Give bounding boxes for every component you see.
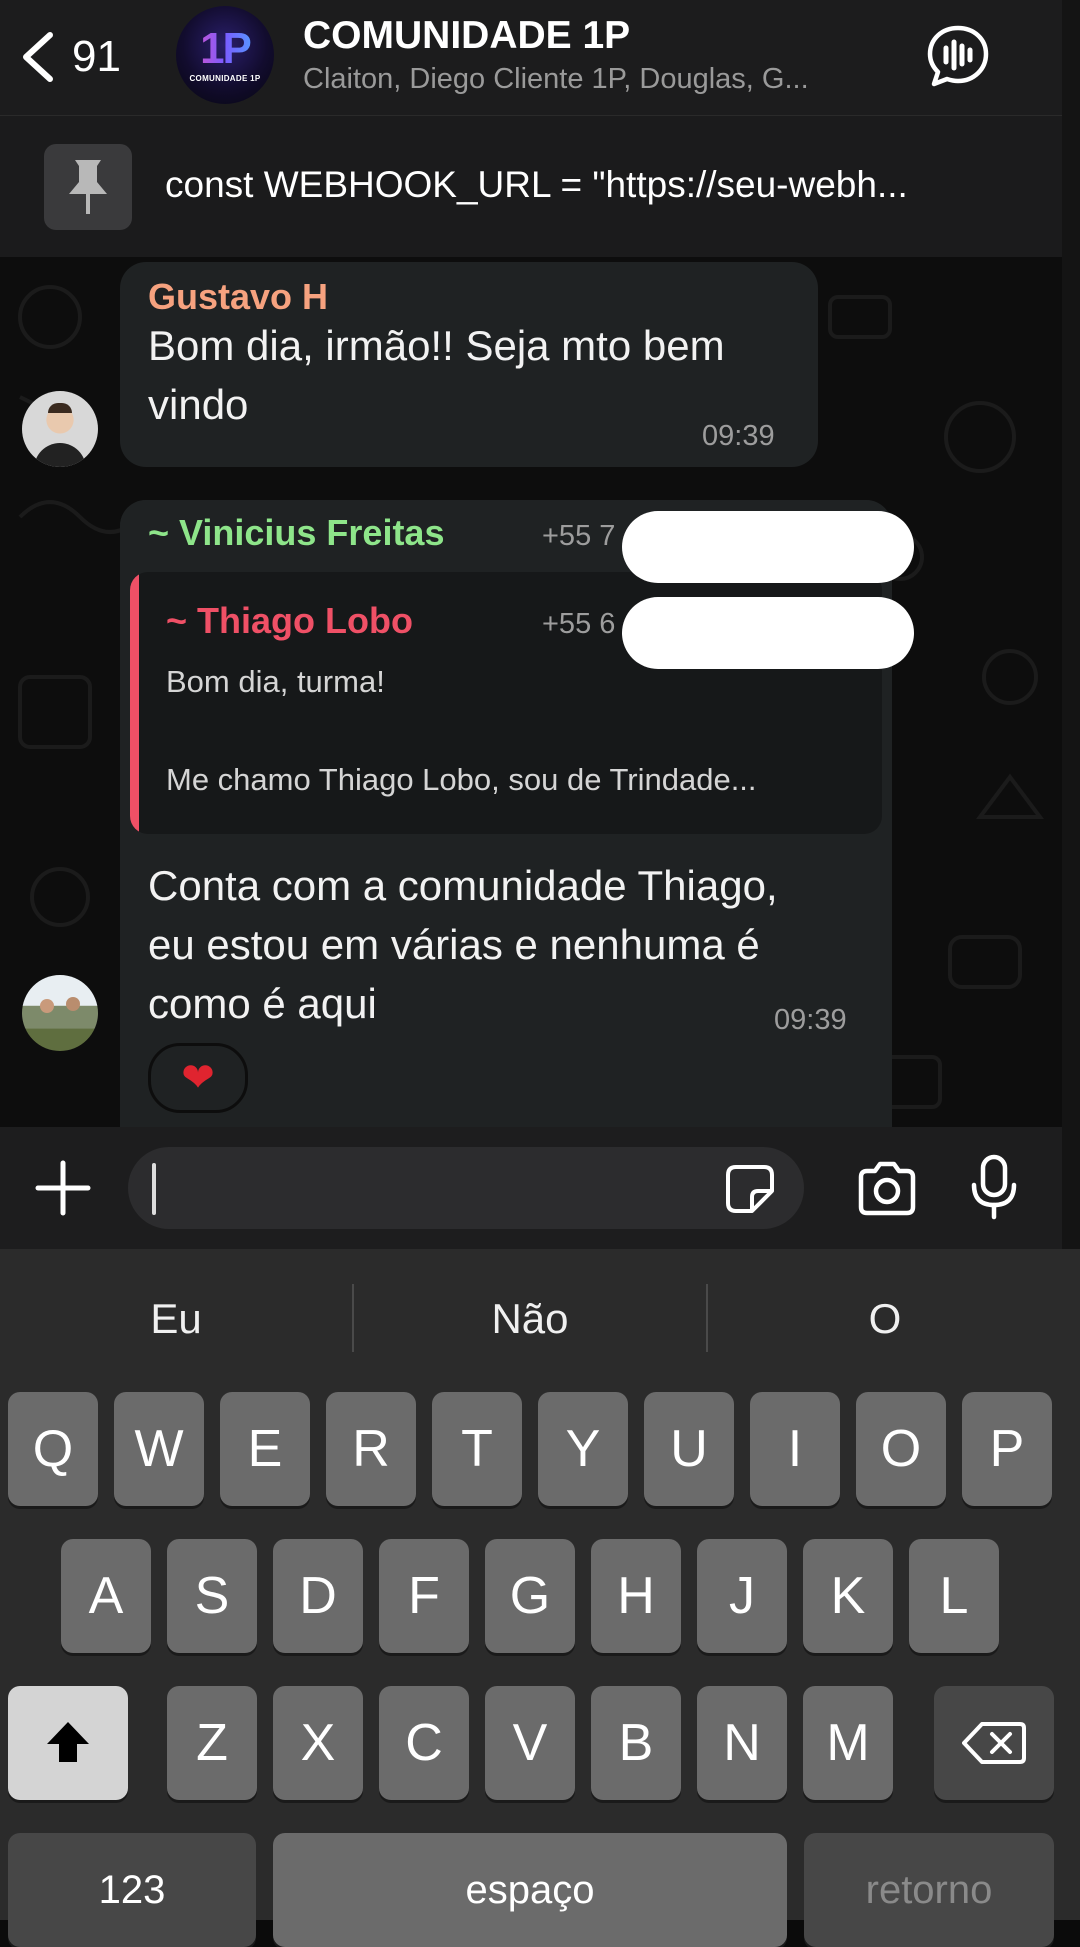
key-p[interactable]: P <box>962 1392 1052 1506</box>
key-m[interactable]: M <box>803 1686 893 1800</box>
key-l[interactable]: L <box>909 1539 999 1653</box>
message-text: Bom dia, irmão!! Seja mto bem vindo <box>148 316 725 434</box>
microphone-button[interactable] <box>966 1153 1022 1221</box>
microphone-icon <box>971 1154 1017 1220</box>
message-bubble[interactable]: Gustavo H Bom dia, irmão!! Seja mto bem … <box>120 262 818 467</box>
quoted-text: Bom dia, turma! <box>166 664 385 699</box>
message-line: vindo <box>148 381 249 428</box>
key-w[interactable]: W <box>114 1392 204 1506</box>
backspace-key[interactable] <box>934 1686 1054 1800</box>
avatar-vinicius[interactable] <box>22 975 98 1051</box>
key-e[interactable]: E <box>220 1392 310 1506</box>
shift-icon <box>47 1722 89 1762</box>
pinned-message-bar[interactable]: const WEBHOOK_URL = "https://seu-webh... <box>0 116 1062 257</box>
message-line: Conta com a comunidade Thiago, <box>148 862 778 909</box>
voice-chat-button[interactable] <box>926 24 990 88</box>
quoted-sender-phone: +55 6 <box>542 608 616 640</box>
key-j[interactable]: J <box>697 1539 787 1653</box>
text-caret <box>152 1163 156 1215</box>
key-o[interactable]: O <box>856 1392 946 1506</box>
space-key[interactable]: espaço <box>273 1833 787 1947</box>
pin-icon <box>69 160 107 214</box>
chevron-left-icon <box>23 32 53 82</box>
message-line: Bom dia, irmão!! Seja mto bem <box>148 322 725 369</box>
group-logo: 1P <box>176 24 274 74</box>
key-a[interactable]: A <box>61 1539 151 1653</box>
key-z[interactable]: Z <box>167 1686 257 1800</box>
key-g[interactable]: G <box>485 1539 575 1653</box>
message-sender[interactable]: Gustavo H <box>148 276 328 318</box>
numbers-key[interactable]: 123 <box>8 1833 256 1947</box>
group-title[interactable]: COMUNIDADE 1P <box>303 14 630 58</box>
key-q[interactable]: Q <box>8 1392 98 1506</box>
redaction-mark <box>622 597 914 669</box>
sender-phone: +55 7 <box>542 520 616 552</box>
message-input[interactable] <box>128 1147 804 1229</box>
key-k[interactable]: K <box>803 1539 893 1653</box>
quote-accent-bar <box>130 572 139 834</box>
chat-header: 91 1P COMUNIDADE 1P COMUNIDADE 1P Claito… <box>0 0 1062 116</box>
unread-count: 91 <box>72 32 121 81</box>
key-t[interactable]: T <box>432 1392 522 1506</box>
pinned-message-text: const WEBHOOK_URL = "https://seu-webh... <box>165 164 908 205</box>
heart-reaction[interactable]: ❤ <box>148 1043 248 1113</box>
sticker-button[interactable] <box>724 1163 776 1215</box>
message-sender[interactable]: ~ Vinicius Freitas <box>148 512 444 554</box>
avatar-gustavo[interactable] <box>22 391 98 467</box>
key-c[interactable]: C <box>379 1686 469 1800</box>
key-f[interactable]: F <box>379 1539 469 1653</box>
key-n[interactable]: N <box>697 1686 787 1800</box>
return-key[interactable]: retorno <box>804 1833 1054 1947</box>
key-r[interactable]: R <box>326 1392 416 1506</box>
key-x[interactable]: X <box>273 1686 363 1800</box>
quoted-text: Me chamo Thiago Lobo, sou de Trindade... <box>166 762 757 797</box>
pin-button[interactable] <box>44 144 132 230</box>
message-time: 09:39 <box>702 420 775 452</box>
keyboard: Eu Não O Q W E R T Y U I O P A S D F G H… <box>0 1249 1080 1947</box>
backspace-icon <box>962 1722 1026 1764</box>
message-bubble-reply[interactable]: ~ Vinicius Freitas +55 7 ~ Thiago Lobo +… <box>120 500 892 1127</box>
plus-icon <box>35 1160 91 1216</box>
message-composer <box>0 1127 1062 1249</box>
message-text: Conta com a comunidade Thiago, eu estou … <box>148 856 778 1033</box>
key-i[interactable]: I <box>750 1392 840 1506</box>
key-v[interactable]: V <box>485 1686 575 1800</box>
shift-key[interactable] <box>8 1686 128 1800</box>
message-time: 09:39 <box>774 1004 847 1036</box>
group-members[interactable]: Claiton, Diego Cliente 1P, Douglas, G... <box>303 63 903 96</box>
suggestion-3[interactable]: O <box>708 1249 1062 1389</box>
attach-button[interactable] <box>32 1157 94 1219</box>
chat-area[interactable]: Gustavo H Bom dia, irmão!! Seja mto bem … <box>0 257 1062 1127</box>
key-s[interactable]: S <box>167 1539 257 1653</box>
redaction-mark <box>622 511 914 583</box>
camera-button[interactable] <box>855 1157 919 1221</box>
message-line: eu estou em várias e nenhuma é <box>148 921 760 968</box>
group-logo-caption: COMUNIDADE 1P <box>189 74 261 83</box>
voice-chat-icon <box>927 25 989 87</box>
key-b[interactable]: B <box>591 1686 681 1800</box>
key-y[interactable]: Y <box>538 1392 628 1506</box>
back-button[interactable]: 91 <box>18 22 121 92</box>
quoted-sender: ~ Thiago Lobo <box>166 600 413 641</box>
sticker-icon <box>726 1165 774 1213</box>
message-line: como é aqui <box>148 980 377 1027</box>
key-u[interactable]: U <box>644 1392 734 1506</box>
key-h[interactable]: H <box>591 1539 681 1653</box>
suggestion-1[interactable]: Eu <box>0 1249 352 1389</box>
camera-icon <box>858 1161 916 1216</box>
group-avatar[interactable]: 1P COMUNIDADE 1P <box>176 6 274 104</box>
key-d[interactable]: D <box>273 1539 363 1653</box>
suggestion-2[interactable]: Não <box>354 1249 706 1389</box>
